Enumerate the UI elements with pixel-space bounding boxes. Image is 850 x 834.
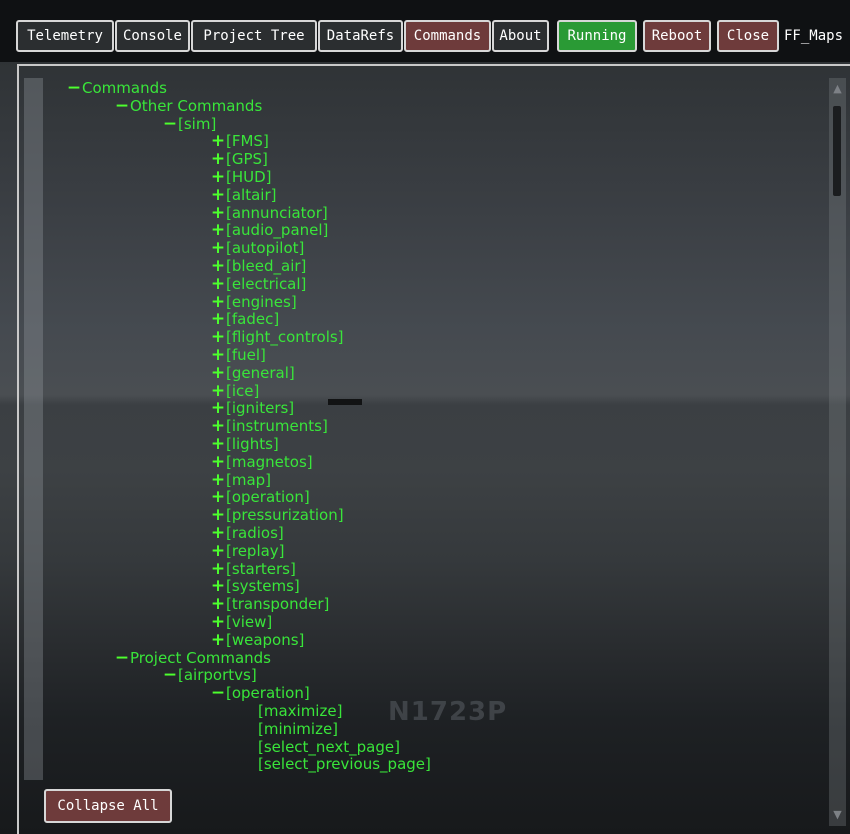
tree-node[interactable]: +[instruments] — [210, 417, 328, 436]
tree-node-label: [pressurization] — [226, 506, 344, 525]
tree-node[interactable]: −[operation] — [210, 684, 310, 703]
tree-node-label: [minimize] — [258, 719, 339, 738]
tree-node-label: [airportvs] — [178, 666, 257, 685]
tab-console[interactable]: Console — [115, 20, 190, 52]
tab-commands[interactable]: Commands — [404, 20, 491, 52]
tree-node[interactable]: [select_previous_page] — [258, 755, 431, 774]
tree-node-label: [engines] — [226, 292, 297, 311]
tree-node[interactable]: +[weapons] — [210, 630, 305, 650]
collapse-minus-icon[interactable]: − — [210, 684, 226, 703]
collapse-minus-icon[interactable]: − — [114, 97, 130, 116]
tree-node[interactable]: −Project Commands — [114, 648, 271, 668]
tree-node-label: [maximize] — [258, 702, 343, 720]
tree-node[interactable]: −[sim] — [162, 114, 217, 134]
tree-node-label: [FMS] — [226, 132, 269, 151]
tree-gutter — [24, 78, 43, 780]
tree-node-label: [select_next_page] — [258, 737, 400, 756]
tree-node-label: [GPS] — [226, 150, 268, 169]
tree-node-label: [view] — [226, 613, 273, 631]
tree-node[interactable]: −[airportvs] — [162, 666, 257, 685]
tree-node-label: [igniters] — [226, 399, 295, 418]
window-title: FF_Maps — [784, 28, 844, 44]
collapse-minus-icon[interactable]: − — [162, 667, 178, 685]
scroll-thumb[interactable] — [833, 106, 841, 196]
scroll-up-arrow-icon[interactable]: ▲ — [829, 78, 846, 100]
tree-node-label: [sim] — [178, 114, 217, 133]
tree-node-label: [flight_controls] — [226, 328, 344, 347]
tree-node-label: [altair] — [226, 185, 277, 204]
expand-plus-icon[interactable]: + — [210, 453, 226, 472]
tree-node-label: [ice] — [226, 381, 260, 400]
tree-node-label: [instruments] — [226, 417, 328, 436]
tree-node-label: [autopilot] — [226, 239, 305, 258]
scroll-down-arrow-icon[interactable]: ▼ — [829, 804, 846, 826]
tree-node-label: [fadec] — [226, 310, 280, 329]
tree-node-label: [magnetos] — [226, 452, 313, 471]
collapse-minus-icon[interactable]: − — [66, 79, 82, 98]
tree-node-label: [starters] — [226, 559, 296, 578]
tree-node[interactable]: [minimize] — [258, 719, 339, 739]
tree-node-label: [systems] — [226, 577, 300, 596]
tree-node-label: [map] — [226, 470, 272, 489]
background-scenery — [328, 399, 362, 405]
tree-node[interactable]: [maximize] — [258, 702, 343, 721]
vertical-scrollbar[interactable]: ▲ ▼ — [829, 78, 846, 826]
tree-node-label: [audio_panel] — [226, 221, 329, 240]
background-tail-number: N1723P — [388, 697, 508, 727]
running-button[interactable]: Running — [557, 20, 637, 52]
expand-plus-icon[interactable]: + — [210, 364, 226, 383]
tree-node[interactable]: +[transponder] — [210, 595, 330, 614]
tree-node[interactable]: +[altair] — [210, 185, 277, 205]
tree-node-label: [annunciator] — [226, 203, 328, 222]
tree-node[interactable]: +[magnetos] — [210, 452, 313, 472]
tree-node-label: Project Commands — [130, 648, 271, 667]
tree-node-label: [bleed_air] — [226, 257, 307, 275]
toolbar: Telemetry Console Project Tree DataRefs … — [0, 0, 850, 62]
tree-node-label: [replay] — [226, 541, 285, 560]
tree-node-label: [lights] — [226, 435, 279, 453]
collapse-all-button[interactable]: Collapse All — [44, 789, 172, 823]
tree-node[interactable]: +[annunciator] — [210, 203, 328, 223]
tab-datarefs[interactable]: DataRefs — [318, 20, 403, 52]
collapse-minus-icon[interactable]: − — [162, 115, 178, 134]
reboot-button[interactable]: Reboot — [643, 20, 711, 52]
tab-project-tree[interactable]: Project Tree — [191, 20, 317, 52]
tab-about[interactable]: About — [492, 20, 549, 52]
tree-node[interactable]: −Other Commands — [114, 96, 263, 116]
tree-node-label: [fuel] — [226, 346, 266, 364]
tree-node[interactable]: +[replay] — [210, 541, 285, 561]
tree-node-label: [general] — [226, 363, 295, 382]
tree-node[interactable]: +[flight_controls] — [210, 328, 344, 347]
expand-plus-icon[interactable]: + — [210, 186, 226, 205]
tab-telemetry[interactable]: Telemetry — [16, 20, 114, 52]
expand-plus-icon[interactable]: + — [210, 631, 226, 650]
tree-node-label: [HUD] — [226, 168, 272, 186]
tree-node-label: [transponder] — [226, 595, 330, 614]
tree-node-label: [operation] — [226, 488, 310, 507]
tree-node-label: [weapons] — [226, 630, 305, 649]
expand-plus-icon[interactable]: + — [210, 542, 226, 561]
tree-node-label: [operation] — [226, 684, 310, 703]
tree-node-label: Commands — [82, 79, 167, 97]
tree-node[interactable]: +[pressurization] — [210, 506, 344, 525]
collapse-minus-icon[interactable]: − — [114, 649, 130, 668]
close-button[interactable]: Close — [717, 20, 779, 52]
tree-node-label: [electrical] — [226, 274, 307, 293]
tree-node-label: [radios] — [226, 524, 284, 542]
tree-node[interactable]: +[audio_panel] — [210, 221, 329, 240]
tree-node-label: [select_previous_page] — [258, 755, 431, 774]
tree-node[interactable]: [select_next_page] — [258, 737, 400, 757]
tree-node-label: Other Commands — [130, 96, 263, 115]
expand-plus-icon[interactable]: + — [210, 275, 226, 294]
app-window: Telemetry Console Project Tree DataRefs … — [0, 0, 850, 834]
tree-node[interactable]: +[general] — [210, 363, 295, 383]
tree-node[interactable]: +[electrical] — [210, 274, 307, 294]
